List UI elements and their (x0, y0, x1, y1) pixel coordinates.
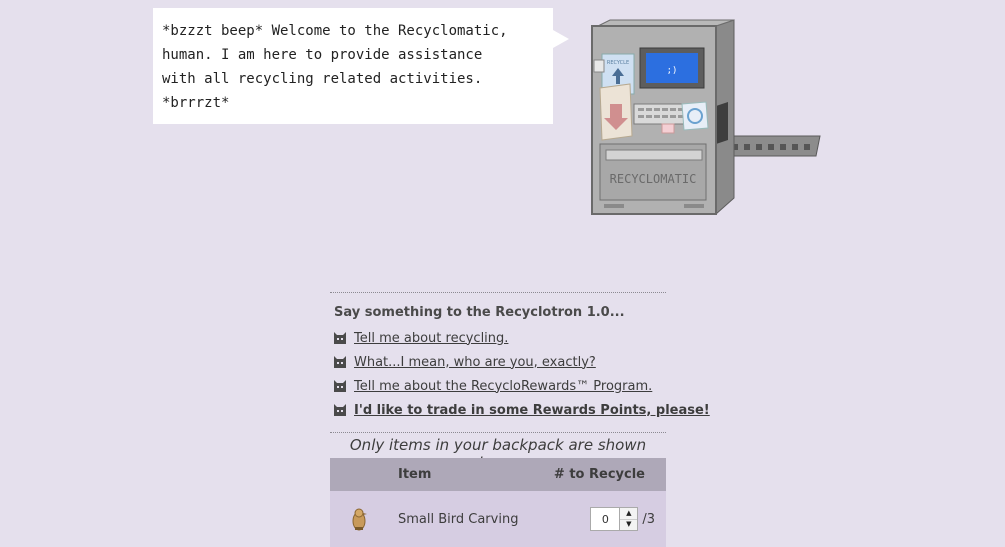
quantity-input[interactable]: 0 (590, 507, 621, 531)
bird-carving-icon (352, 508, 367, 531)
recycle-table: Item # to Recycle Small Bird Carving 0 ▲… (330, 458, 666, 547)
item-name: Small Bird Carving (398, 511, 519, 527)
dialog-option-who-are-you[interactable]: What...I mean, who are you, exactly? (333, 352, 596, 372)
column-header-item: Item (398, 467, 432, 482)
quantity-max: /3 (642, 511, 655, 527)
conveyor-belt (727, 135, 821, 157)
speech-bubble: *bzzzt beep* Welcome to the Recyclomatic… (153, 8, 569, 124)
dialog-option-link[interactable]: I'd like to trade in some Rewards Points… (354, 403, 710, 418)
table-header: Item # to Recycle (330, 458, 666, 491)
quantity-stepper[interactable]: 0 ▲ ▼ (590, 507, 639, 531)
dialog-title: Say something to the Recyclotron 1.0... (334, 305, 625, 320)
dialog-option-link[interactable]: What...I mean, who are you, exactly? (354, 355, 596, 370)
decrement-arrow-icon[interactable]: ▼ (620, 518, 638, 531)
recyclomatic-machine-image: ;) RECYCLE RECYCLOMATIC (591, 19, 821, 216)
dialog-option-rewards-program[interactable]: Tell me about the RecycloRewards™ Progra… (333, 376, 652, 396)
cat-bullet-icon (334, 403, 346, 416)
cat-bullet-icon (334, 355, 346, 368)
dialog-divider-bottom (330, 432, 666, 433)
svg-text:RECYCLOMATIC: RECYCLOMATIC (610, 172, 697, 186)
svg-text:;): ;) (667, 66, 678, 76)
cat-bullet-icon (334, 331, 346, 344)
svg-text:RECYCLE: RECYCLE (607, 60, 629, 66)
speech-bubble-text: *bzzzt beep* Welcome to the Recyclomatic… (162, 23, 508, 111)
dialog-option-recycling[interactable]: Tell me about recycling. (333, 328, 508, 348)
dialog-divider-top (330, 292, 666, 293)
dialog-option-trade-points[interactable]: I'd like to trade in some Rewards Points… (333, 400, 710, 420)
increment-arrow-icon[interactable]: ▲ (620, 508, 637, 519)
table-row: Small Bird Carving 0 ▲ ▼ /3 (330, 491, 666, 547)
dialog-option-link[interactable]: Tell me about recycling. (354, 331, 508, 346)
quantity-spin-buttons[interactable]: ▲ ▼ (620, 507, 639, 531)
column-header-count: # to Recycle (553, 467, 645, 482)
dialog-option-link[interactable]: Tell me about the RecycloRewards™ Progra… (354, 379, 652, 394)
cat-bullet-icon (334, 379, 346, 392)
